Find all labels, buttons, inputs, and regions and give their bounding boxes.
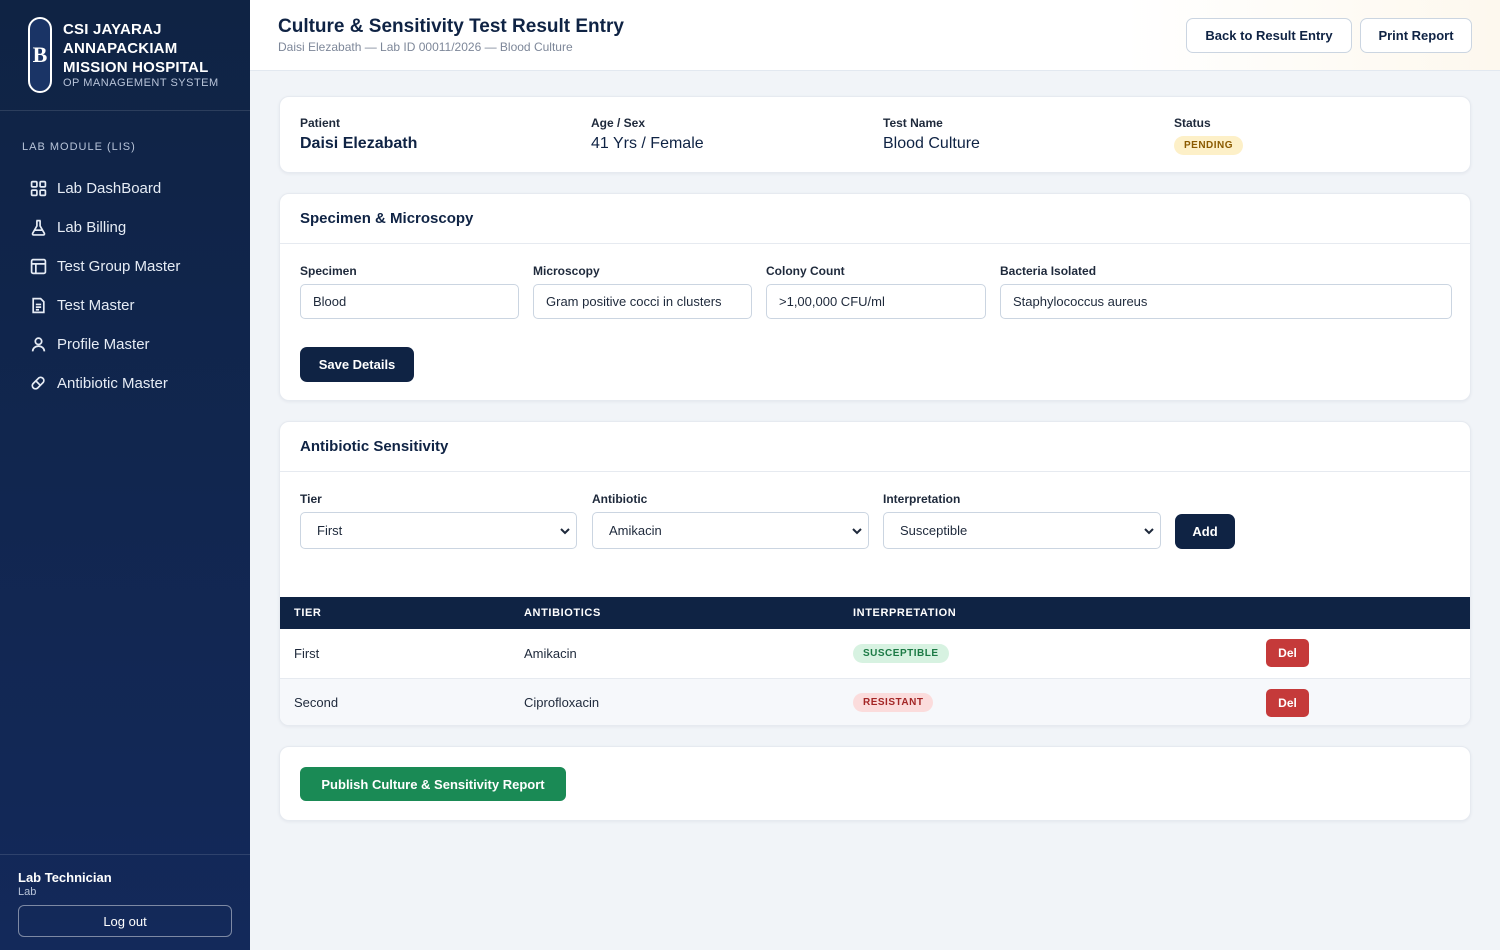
microscopy-label: Microscopy (533, 264, 600, 278)
table-row: Second Ciprofloxacin RESISTANT Del (280, 678, 1470, 725)
antibiotic-sensitivity-card: Antibiotic Sensitivity Tier First Antibi… (279, 421, 1471, 726)
publish-report-button[interactable]: Publish Culture & Sensitivity Report (300, 767, 566, 801)
colony-count-label: Colony Count (766, 264, 845, 278)
specimen-input[interactable]: Blood (300, 284, 519, 319)
status-badge: PENDING (1174, 136, 1244, 155)
page-header: Culture & Sensitivity Test Result Entry … (250, 0, 1500, 71)
cell-tier: First (280, 629, 510, 679)
print-report-button[interactable]: Print Report (1360, 18, 1472, 53)
add-antibiotic-button[interactable]: Add (1175, 514, 1235, 549)
patient-name: Daisi Elezabath (300, 135, 418, 152)
cell-tier: Second (280, 678, 510, 725)
delete-row-button[interactable]: Del (1266, 688, 1309, 717)
page-title: Culture & Sensitivity Test Result Entry (278, 16, 624, 37)
sidebar-item-label: Antibiotic Master (57, 375, 168, 392)
sidebar-item-antibiotic-master[interactable]: Antibiotic Master (0, 364, 250, 403)
hospital-name-line3: MISSION HOSPITAL (63, 59, 209, 76)
chevron-down-icon (560, 528, 570, 535)
microscopy-input[interactable]: Gram positive cocci in clusters (533, 284, 752, 319)
patient-label: Patient (300, 116, 341, 130)
age-sex-value: 41 Yrs / Female (591, 135, 704, 152)
sidebar: B CSI JAYARAJ ANNAPACKIAM MISSION HOSPIT… (0, 0, 250, 950)
pill-icon (31, 376, 45, 390)
column-header-antibiotics: ANTIBIOTICS (524, 607, 601, 619)
module-label: LAB MODULE (LIS) (22, 141, 136, 153)
interpretation-select[interactable]: Susceptible (883, 512, 1161, 549)
colony-count-input[interactable]: >1,00,000 CFU/ml (766, 284, 986, 319)
user-dept: Lab (18, 886, 37, 898)
sidebar-item-test-group-master[interactable]: Test Group Master (0, 247, 250, 286)
hospital-name-line2: ANNAPACKIAM (63, 40, 178, 57)
antibiotic-selected-value: Amikacin (609, 523, 662, 538)
page-subtitle: Daisi Elezabath — Lab ID 00011/2026 — Bl… (278, 40, 573, 54)
specimen-title: Specimen & Microscopy (280, 194, 1470, 244)
brand: B CSI JAYARAJ ANNAPACKIAM MISSION HOSPIT… (0, 0, 250, 111)
interpretation-label: Interpretation (883, 492, 961, 506)
susceptible-badge: SUSCEPTIBLE (853, 643, 949, 663)
antibiotic-select[interactable]: Amikacin (592, 512, 869, 549)
publish-card: Publish Culture & Sensitivity Report (279, 746, 1471, 821)
sidebar-item-lab-dashboard[interactable]: Lab DashBoard (0, 169, 250, 208)
sidebar-item-profile-master[interactable]: Profile Master (0, 325, 250, 364)
antibiotic-label: Antibiotic (592, 492, 648, 506)
hospital-name-line1: CSI JAYARAJ (63, 21, 162, 38)
user-icon (31, 337, 46, 352)
tier-select[interactable]: First (300, 512, 577, 549)
flask-icon (31, 219, 46, 236)
specimen-label: Specimen (300, 264, 357, 278)
cell-antibiotic: Amikacin (510, 629, 839, 679)
user-role: Lab Technician (18, 870, 112, 885)
sidebar-item-test-master[interactable]: Test Master (0, 286, 250, 325)
sidebar-item-label: Lab Billing (57, 219, 127, 236)
sensitivity-title: Antibiotic Sensitivity (280, 422, 1470, 472)
column-header-tier: TIER (294, 607, 322, 619)
sidebar-item-label: Lab DashBoard (57, 180, 162, 197)
back-to-result-entry-button[interactable]: Back to Result Entry (1186, 18, 1352, 53)
sidebar-item-label: Test Master (57, 297, 135, 314)
interpretation-selected-value: Susceptible (900, 523, 968, 538)
sidebar-item-label: Profile Master (57, 336, 150, 353)
hospital-logo: B (28, 17, 52, 93)
delete-row-button[interactable]: Del (1266, 639, 1309, 668)
resistant-badge: RESISTANT (853, 693, 934, 712)
layout-icon (30, 258, 47, 275)
specimen-card: Specimen & Microscopy Specimen Blood Mic… (279, 193, 1471, 401)
sidebar-item-label: Test Group Master (57, 258, 181, 275)
table-row: First Amikacin SUSCEPTIBLE Del (280, 629, 1470, 679)
system-subtitle: OP MANAGEMENT SYSTEM (63, 77, 219, 89)
column-header-actions (1252, 597, 1470, 629)
bacteria-input[interactable]: Staphylococcus aureus (1000, 284, 1452, 319)
column-header-interpretation: INTERPRETATION (853, 607, 957, 619)
chevron-down-icon (852, 528, 862, 535)
save-details-button[interactable]: Save Details (300, 347, 414, 382)
user-panel: Lab Technician Lab Log out (0, 854, 250, 950)
tier-selected-value: First (317, 523, 343, 538)
tier-label: Tier (300, 492, 322, 506)
status-label: Status (1174, 116, 1211, 130)
grid-icon (30, 180, 47, 197)
document-icon (32, 297, 45, 314)
logout-button[interactable]: Log out (18, 905, 232, 937)
test-name-value: Blood Culture (883, 135, 980, 152)
sidebar-item-lab-billing[interactable]: Lab Billing (0, 208, 250, 247)
patient-info-card: Patient Daisi Elezabath Age / Sex 41 Yrs… (279, 96, 1471, 173)
chevron-down-icon (1144, 528, 1154, 535)
cell-antibiotic: Ciprofloxacin (510, 678, 839, 725)
sensitivity-table: TIER ANTIBIOTICS INTERPRETATION First Am… (280, 597, 1470, 725)
table-header-row: TIER ANTIBIOTICS INTERPRETATION (280, 597, 1470, 629)
bacteria-label: Bacteria Isolated (1000, 264, 1097, 278)
age-sex-label: Age / Sex (591, 116, 646, 130)
test-name-label: Test Name (883, 116, 943, 130)
